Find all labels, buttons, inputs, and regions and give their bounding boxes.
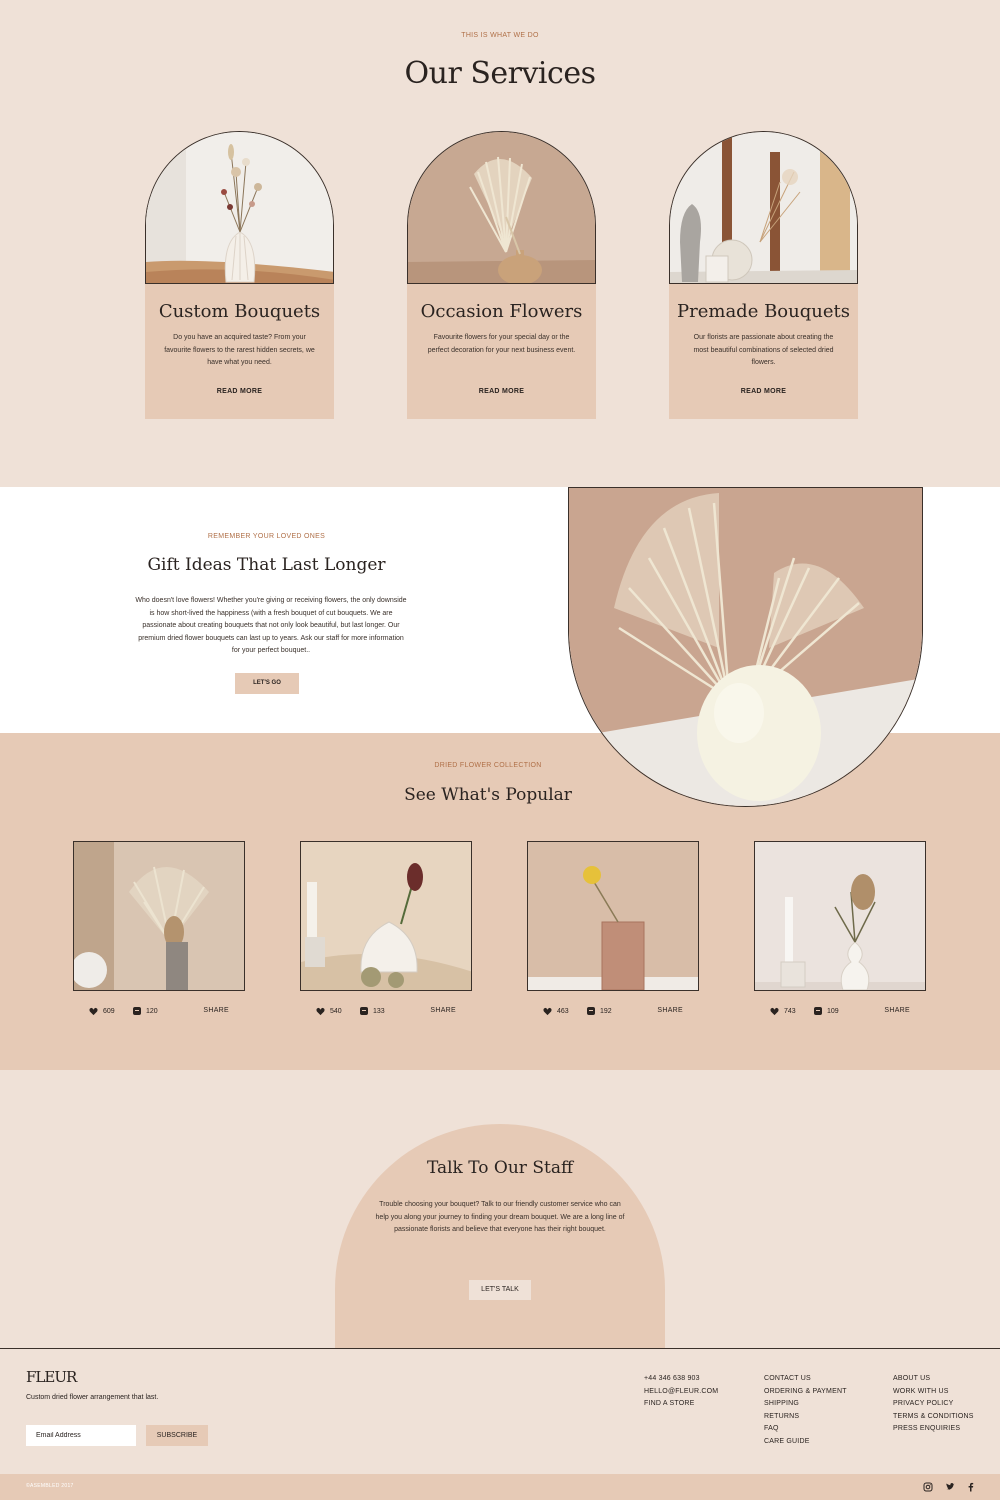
service-description: Favourite flowers for your special day o… [427,334,576,354]
comment-icon [814,1007,822,1015]
footer-help-column: CONTACT US ORDERING & PAYMENT SHIPPING R… [764,1373,847,1449]
like-count: 540 [330,1008,342,1015]
services-section: THIS IS WHAT WE DO Our Services Custom B [0,0,1000,487]
footer-link[interactable]: ABOUT US [893,1373,974,1386]
like-count: 609 [103,1008,115,1015]
comment-count: 133 [373,1007,385,1015]
comment-icon [133,1007,141,1015]
product-card: 743 109 SHARE [754,841,926,1023]
footer-link[interactable]: CARE GUIDE [764,1436,847,1449]
facebook-icon[interactable] [965,1481,977,1493]
like-count: 743 [784,1008,796,1015]
footer-link[interactable]: ORDERING & PAYMENT [764,1386,847,1399]
product-card: 463 192 SHARE [527,841,699,1023]
footer-link[interactable]: WORK WITH US [893,1386,974,1399]
services-title: Our Services [404,56,596,91]
service-image-occasion-flowers [407,131,596,284]
staff-arch: Talk To Our Staff Trouble choosing your … [335,1124,665,1349]
gift-title: Gift Ideas That Last Longer [147,555,386,575]
service-card-premade-bouquets: Premade Bouquets Our florists are passio… [669,131,858,419]
footer-email[interactable]: HELLO@FLEUR.COM [644,1386,718,1399]
lets-talk-button[interactable]: LET'S TALK [469,1280,531,1300]
service-title: Custom Bouquets [158,301,321,322]
share-link[interactable]: SHARE [884,1007,910,1014]
service-card-occasion-flowers: Occasion Flowers Favourite flowers for y… [407,131,596,419]
lets-go-button[interactable]: LET'S GO [235,673,299,694]
footer-logo[interactable]: FLEUR [26,1368,77,1386]
read-more-link[interactable]: READ MORE [669,388,858,395]
footer-link[interactable]: PRIVACY POLICY [893,1398,974,1411]
gift-body: Who doesn't love flowers! Whether you're… [135,597,407,654]
instagram-icon[interactable] [922,1481,934,1493]
product-image[interactable] [300,841,472,991]
footer-link[interactable]: FAQ [764,1423,847,1436]
service-title: Premade Bouquets [677,301,850,322]
footer-find-store[interactable]: FIND A STORE [644,1398,718,1411]
heart-icon [770,1007,779,1016]
product-image[interactable] [754,841,926,991]
staff-section: Talk To Our Staff Trouble choosing your … [0,1070,1000,1349]
product-card: 540 133 SHARE [300,841,472,1023]
popular-eyebrow: DRIED FLOWER COLLECTION [434,762,542,769]
product-image[interactable] [527,841,699,991]
comment-icon [587,1007,595,1015]
popular-section: DRIED FLOWER COLLECTION See What's Popul… [0,733,1000,1070]
copyright-text: ©ASEMBLED 2017 [26,1483,74,1489]
subscribe-button[interactable]: SUBSCRIBE [146,1425,208,1446]
service-image-premade-bouquets [669,131,858,284]
twitter-icon[interactable] [944,1481,956,1493]
staff-body: Trouble choosing your bouquet? Talk to o… [375,1201,625,1233]
comment-count: 109 [827,1007,839,1015]
share-link[interactable]: SHARE [657,1007,683,1014]
heart-icon [543,1007,552,1016]
comment-icon [360,1007,368,1015]
footer-link[interactable]: CONTACT US [764,1373,847,1386]
service-card-custom-bouquets: Custom Bouquets Do you have an acquired … [145,131,334,419]
footer-link[interactable]: TERMS & CONDITIONS [893,1411,974,1424]
footer-contact-column: +44 346 638 903 HELLO@FLEUR.COM FIND A S… [644,1373,718,1411]
product-card: 609 120 SHARE [73,841,245,1023]
popular-title: See What's Popular [404,785,572,805]
footer-about-column: ABOUT US WORK WITH US PRIVACY POLICY TER… [893,1373,974,1436]
share-link[interactable]: SHARE [203,1007,229,1014]
email-input[interactable] [26,1425,136,1446]
service-image-custom-bouquets [145,131,334,284]
comment-count: 120 [146,1007,158,1015]
staff-title: Talk To Our Staff [426,1158,574,1178]
read-more-link[interactable]: READ MORE [407,388,596,395]
heart-icon [89,1007,98,1016]
read-more-link[interactable]: READ MORE [145,388,334,395]
comment-count: 192 [600,1007,612,1015]
service-description: Our florists are passionate about creati… [693,334,834,366]
share-link[interactable]: SHARE [430,1007,456,1014]
footer-phone[interactable]: +44 346 638 903 [644,1373,718,1386]
gift-eyebrow: REMEMBER YOUR LOVED ONES [207,533,326,540]
footer: FLEUR Custom dried flower arrangement th… [0,1348,1000,1474]
service-title: Occasion Flowers [420,301,583,322]
copyright-bar: ©ASEMBLED 2017 [0,1474,1000,1500]
service-description: Do you have an acquired taste? From your… [164,334,315,366]
footer-link[interactable]: RETURNS [764,1411,847,1424]
heart-icon [316,1007,325,1016]
footer-link[interactable]: PRESS ENQUIRIES [893,1423,974,1436]
product-image[interactable] [73,841,245,991]
footer-tagline: Custom dried flower arrangement that las… [26,1394,159,1401]
footer-link[interactable]: SHIPPING [764,1398,847,1411]
services-eyebrow: THIS IS WHAT WE DO [461,32,539,39]
like-count: 463 [557,1008,569,1015]
